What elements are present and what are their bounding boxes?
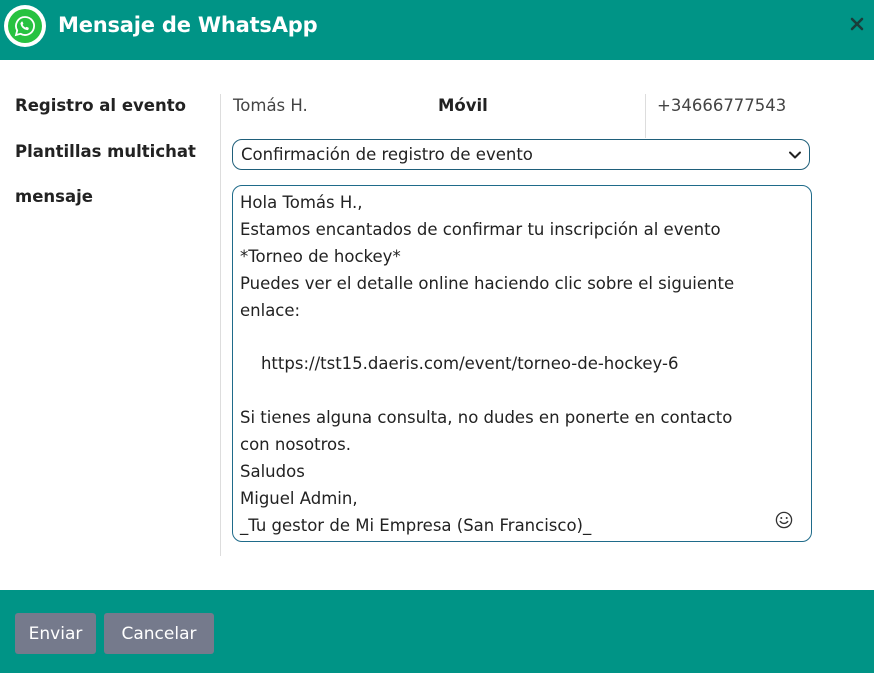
message-line: *Torneo de hockey* xyxy=(240,246,401,266)
message-line: Puedes ver el detalle online haciendo cl… xyxy=(240,273,735,293)
templates-label: Plantillas multichat xyxy=(15,142,196,161)
message-line: Miguel Admin, xyxy=(240,488,358,508)
mobile-label: Móvil xyxy=(438,96,488,115)
message-line: enlace: xyxy=(240,300,301,320)
cancel-button[interactable]: Cancelar xyxy=(104,613,214,654)
message-label: mensaje xyxy=(15,187,93,206)
message-line: Si tienes alguna consulta, no dudes en p… xyxy=(240,408,733,428)
event-label: Registro al evento xyxy=(15,96,186,115)
dialog-header: Mensaje de WhatsApp xyxy=(0,0,874,60)
contact-name: Tomás H. xyxy=(233,96,308,115)
mobile-number: +34666777543 xyxy=(657,96,787,115)
template-select-value: Confirmación de registro de evento xyxy=(241,145,533,164)
message-line: _Tu gestor de Mi Empresa (San Francisco)… xyxy=(240,515,592,535)
template-select[interactable]: Confirmación de registro de evento xyxy=(232,139,810,170)
message-line: con nosotros. xyxy=(240,435,351,455)
message-line: Hola Tomás H., xyxy=(240,193,363,212)
message-line xyxy=(240,378,803,405)
message-textarea[interactable]: Hola Tomás H., Estamos encantados de con… xyxy=(232,185,812,542)
column-divider xyxy=(220,94,221,556)
smiley-icon[interactable] xyxy=(775,511,793,529)
dialog-title: Mensaje de WhatsApp xyxy=(58,13,318,37)
close-icon[interactable] xyxy=(848,15,866,33)
message-line: https://tst15.daeris.com/event/torneo-de… xyxy=(240,354,679,374)
message-line: Estamos encantados de confirmar tu inscr… xyxy=(240,219,721,239)
send-button[interactable]: Enviar xyxy=(15,613,96,654)
message-line: Saludos xyxy=(240,461,305,481)
mobile-divider xyxy=(645,94,646,138)
whatsapp-icon xyxy=(4,5,46,47)
message-line xyxy=(240,324,803,351)
chevron-down-icon xyxy=(787,147,803,167)
